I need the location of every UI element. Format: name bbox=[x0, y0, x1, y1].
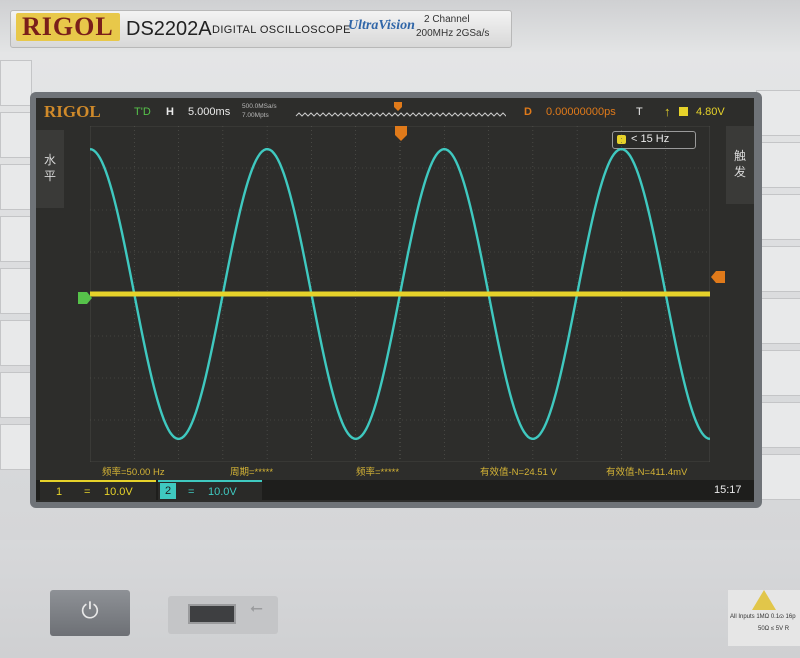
input-warning-text: All Inputs 1MΩ 0.1ɷ 16p bbox=[730, 614, 796, 620]
spec-channels: 2 Channel bbox=[424, 14, 470, 25]
left-panel-key[interactable] bbox=[0, 268, 32, 314]
right-panel-key[interactable] bbox=[756, 402, 800, 448]
trigger-level-marker[interactable] bbox=[711, 271, 725, 283]
timebase-label: H bbox=[166, 106, 174, 118]
screen-logo: RIGOL bbox=[44, 102, 101, 121]
trigger-level[interactable]: 4.80V bbox=[696, 106, 725, 118]
trigger-position-icon bbox=[394, 102, 402, 111]
measurement-item: 有效值-N=411.4mV bbox=[606, 467, 688, 478]
brand-logo: RIGOL bbox=[16, 13, 120, 41]
device-description: DIGITAL OSCILLOSCOPE bbox=[212, 24, 351, 36]
delay-label: D bbox=[524, 106, 532, 118]
right-panel-key[interactable] bbox=[756, 298, 800, 344]
channel-2-tab[interactable]: 2 = 10.0V bbox=[158, 480, 262, 500]
memory-overview bbox=[295, 102, 506, 117]
input-warning-text: 50Ω ≤ 5V R bbox=[758, 626, 790, 632]
rising-edge-icon: ↑ bbox=[664, 104, 671, 119]
power-button[interactable]: ⏻ bbox=[50, 590, 130, 636]
memory-depth: 7.00Mpts bbox=[242, 112, 269, 119]
measurement-item: 频率=***** bbox=[356, 467, 400, 478]
left-panel-key[interactable] bbox=[0, 112, 32, 158]
left-panel-key[interactable] bbox=[0, 164, 32, 210]
warning-icon bbox=[752, 590, 776, 610]
right-panel-key[interactable] bbox=[756, 194, 800, 240]
timebase-value[interactable]: 5.000ms bbox=[188, 106, 230, 118]
trigger-source-icon bbox=[679, 107, 688, 116]
usb-icon: ⭠ bbox=[250, 600, 263, 617]
waveform-plot[interactable] bbox=[90, 126, 710, 462]
measurement-item: 周期=***** bbox=[230, 467, 274, 478]
left-panel-key[interactable] bbox=[0, 372, 32, 418]
right-panel-key[interactable] bbox=[756, 350, 800, 396]
sample-rate: 500.0MSa/s bbox=[242, 103, 277, 110]
model-name: DS2202A bbox=[126, 18, 212, 40]
right-panel-key[interactable] bbox=[756, 142, 800, 188]
delay-value[interactable]: 0.00000000ps bbox=[546, 106, 616, 118]
trigger-menu-button[interactable]: 触发 bbox=[726, 126, 754, 204]
run-state[interactable]: T'D bbox=[134, 106, 151, 118]
horizontal-menu-label: 水平 bbox=[43, 153, 56, 183]
left-panel-key[interactable] bbox=[0, 216, 32, 262]
measurement-item: 频率=50.00 Hz bbox=[102, 467, 165, 478]
horizontal-menu-button[interactable]: 水平 bbox=[36, 130, 64, 208]
channel-1-ground-marker[interactable] bbox=[78, 292, 92, 304]
right-panel-key[interactable] bbox=[756, 454, 800, 500]
channel-2-scale: 10.0V bbox=[208, 486, 237, 498]
right-panel-key[interactable] bbox=[756, 90, 800, 136]
power-icon: ⏻ bbox=[81, 598, 99, 623]
left-panel-key[interactable] bbox=[0, 60, 32, 106]
spec-bandwidth: 200MHz 2GSa/s bbox=[416, 28, 490, 39]
trigger-menu-label: 触发 bbox=[733, 149, 746, 179]
measurement-item: 有效值-N=24.51 V bbox=[480, 467, 557, 478]
trigger-label: T bbox=[636, 106, 643, 118]
trigger-time-marker[interactable] bbox=[395, 126, 407, 142]
right-panel-key[interactable] bbox=[756, 246, 800, 292]
channel-2-number: 2 bbox=[160, 483, 176, 499]
channel-1-scale: 10.0V bbox=[104, 486, 133, 498]
left-panel-key[interactable] bbox=[0, 424, 32, 470]
channel-1-tab[interactable]: 1 = 10.0V bbox=[40, 480, 156, 500]
left-panel-key[interactable] bbox=[0, 320, 32, 366]
channel-1-number: 1 bbox=[56, 486, 63, 498]
system-clock: 15:17 bbox=[714, 484, 742, 496]
usb-port[interactable] bbox=[188, 604, 236, 624]
series-name: UltraVision bbox=[348, 18, 415, 33]
